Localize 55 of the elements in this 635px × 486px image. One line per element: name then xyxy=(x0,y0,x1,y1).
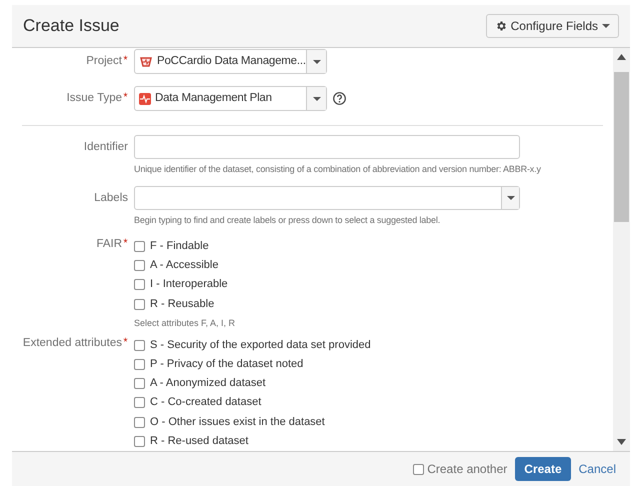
input-field[interactable] xyxy=(134,135,520,159)
checkbox[interactable] xyxy=(134,340,145,351)
dropdown-button[interactable] xyxy=(501,187,519,209)
help-text: Select attributes F, A, I, R xyxy=(134,316,236,329)
help-text: Begin typing to find and create labels or press down to select a suggested label. xyxy=(134,214,442,226)
cancel-link[interactable]: Cancel xyxy=(578,460,616,478)
checkbox-label[interactable]: S - Security of the exported data set provided xyxy=(150,338,371,352)
caret-icon xyxy=(312,60,320,64)
dropdown-button[interactable] xyxy=(306,50,326,73)
scrollbar-thumb[interactable] xyxy=(614,72,629,222)
select-field[interactable]: PoCCardio Data Manageme... xyxy=(134,49,327,74)
checkbox[interactable] xyxy=(134,378,145,390)
checkbox-label[interactable]: R - Reusable xyxy=(150,298,214,311)
checkbox-label[interactable]: F - Findable xyxy=(150,240,209,254)
dialog-title: Create Issue xyxy=(23,15,120,38)
checkbox-label[interactable]: O - Other issues exist in the dataset xyxy=(150,416,325,429)
field-label: Issue Type xyxy=(66,91,122,106)
field-label: Identifier xyxy=(84,140,128,154)
checkbox[interactable] xyxy=(134,416,145,428)
caret-icon xyxy=(506,196,514,200)
gear-icon xyxy=(494,20,507,32)
create-another-label[interactable]: Create another xyxy=(427,460,508,478)
select-field[interactable]: Data Management Plan xyxy=(134,86,327,111)
checkbox[interactable] xyxy=(134,397,145,408)
checkbox-label[interactable]: I - Interoperable xyxy=(150,278,228,292)
checkbox[interactable] xyxy=(134,279,145,290)
checkbox-label[interactable]: R - Re-used dataset xyxy=(150,434,248,448)
select-value: PoCCardio Data Manageme... xyxy=(157,54,306,69)
caret-icon xyxy=(602,24,610,28)
field-label: FAIR xyxy=(96,237,122,252)
checkbox[interactable] xyxy=(134,241,145,252)
pulse-icon xyxy=(139,92,151,104)
checkbox-label[interactable]: C - Co-created dataset xyxy=(150,396,262,410)
checkbox[interactable] xyxy=(134,260,145,272)
checkbox-label[interactable]: A - Anonymized dataset xyxy=(150,377,266,390)
help-icon[interactable] xyxy=(333,92,346,105)
checkbox[interactable] xyxy=(134,298,145,310)
select-value: Data Management Plan xyxy=(155,90,272,106)
checkbox[interactable] xyxy=(134,359,145,370)
field-label: Extended attributes xyxy=(22,336,122,351)
scrollbar[interactable] xyxy=(613,48,630,451)
field-label: Labels xyxy=(94,190,128,206)
field-label: Project xyxy=(86,54,122,69)
caret-icon xyxy=(312,96,320,100)
scroll-down-icon[interactable] xyxy=(617,439,626,445)
scroll-up-icon[interactable] xyxy=(617,54,626,60)
create-button[interactable]: Create xyxy=(515,457,571,481)
help-text: Unique identifier of the dataset, consisting of a combination of abbreviation and version number: ABBR-x.y xyxy=(134,163,542,175)
dropdown-button[interactable] xyxy=(306,87,326,110)
checkbox[interactable] xyxy=(413,464,424,474)
configure-fields-button[interactable]: Configure Fields xyxy=(486,14,619,38)
checkbox-label[interactable]: P - Privacy of the dataset noted xyxy=(150,358,304,372)
checkbox-label[interactable]: A - Accessible xyxy=(150,259,218,272)
checkbox[interactable] xyxy=(134,436,145,447)
labels-field[interactable] xyxy=(134,186,520,210)
